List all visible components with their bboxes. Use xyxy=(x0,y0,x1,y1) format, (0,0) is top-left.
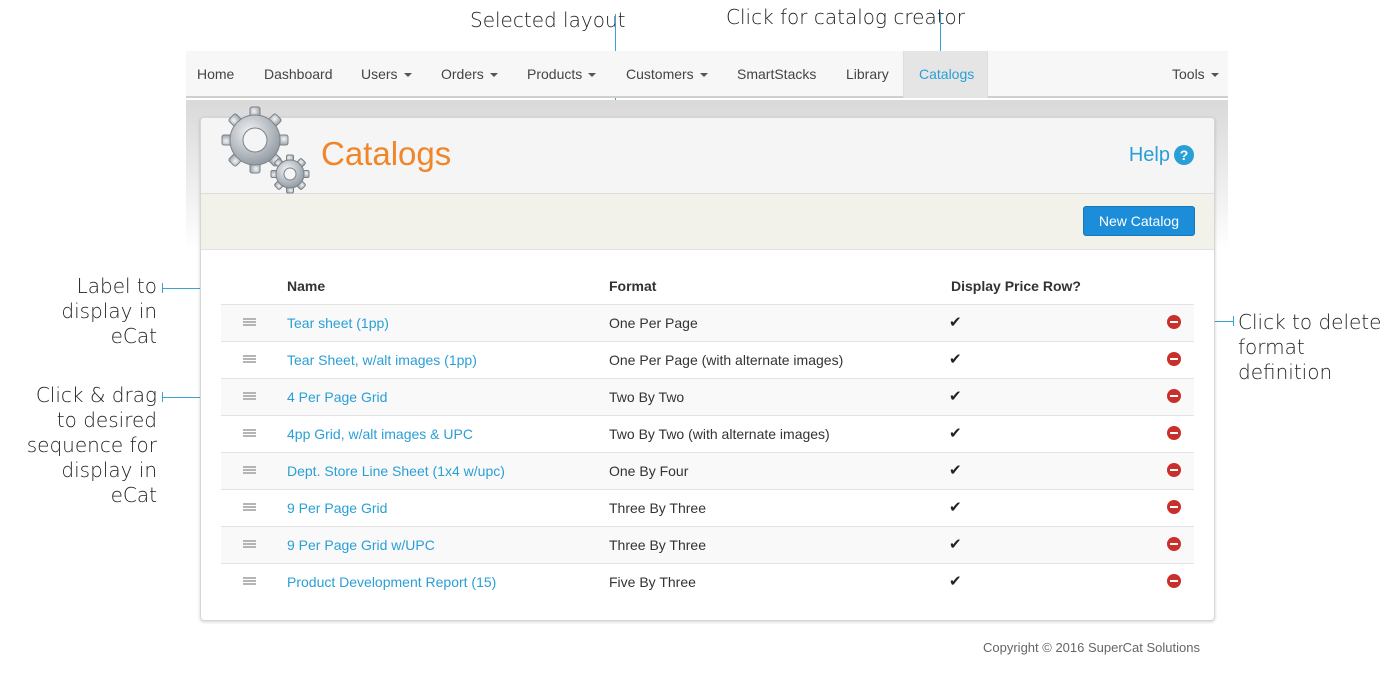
nav-catalogs-label: Catalogs xyxy=(919,66,975,82)
nav-home[interactable]: Home xyxy=(186,51,245,98)
panel-header: Catalogs Help? xyxy=(201,106,1214,194)
drag-handle-icon[interactable] xyxy=(243,355,256,366)
table-row: Tear sheet (1pp) One Per Page ✔ xyxy=(221,304,1194,341)
nav-users-label: Users xyxy=(361,66,398,82)
delete-icon[interactable] xyxy=(1167,537,1181,551)
column-header-format: Format xyxy=(609,278,657,294)
nav-smartstacks[interactable]: SmartStacks xyxy=(726,51,827,98)
nav-products-label: Products xyxy=(527,66,583,82)
catalog-name-link[interactable]: Tear Sheet, w/alt images (1pp) xyxy=(287,352,477,368)
nav-dashboard-label: Dashboard xyxy=(264,66,333,82)
checkmark-icon: ✔ xyxy=(949,388,962,405)
delete-icon[interactable] xyxy=(1167,500,1181,514)
table-row: Dept. Store Line Sheet (1x4 w/upc) One B… xyxy=(221,452,1194,489)
nav-tools-dropdown[interactable]: Tools xyxy=(1161,51,1230,98)
catalog-format: Three By Three xyxy=(609,500,707,516)
catalog-name-link[interactable]: Product Development Report (15) xyxy=(287,574,496,590)
panel-toolbar xyxy=(201,194,1214,250)
catalogs-panel: Catalogs Help? New Catalog Name Format D… xyxy=(200,106,1215,621)
drag-handle-icon[interactable] xyxy=(243,429,256,440)
checkmark-icon: ✔ xyxy=(949,573,962,590)
drag-handle-icon[interactable] xyxy=(243,466,256,477)
checkmark-icon: ✔ xyxy=(949,536,962,553)
annotation-label-to-display: Label to display in eCat xyxy=(61,274,157,348)
table-row: 9 Per Page Grid Three By Three ✔ xyxy=(221,489,1194,526)
nav-orders-dropdown[interactable]: Orders xyxy=(430,51,509,98)
drag-handle-icon[interactable] xyxy=(243,503,256,514)
catalog-format: One Per Page (with alternate images) xyxy=(609,352,844,368)
delete-icon[interactable] xyxy=(1167,389,1181,403)
delete-icon[interactable] xyxy=(1167,315,1181,329)
nav-customers-label: Customers xyxy=(626,66,694,82)
table-row: 9 Per Page Grid w/UPC Three By Three ✔ xyxy=(221,526,1194,563)
catalog-name-link[interactable]: Dept. Store Line Sheet (1x4 w/upc) xyxy=(287,463,505,479)
table-row: 4pp Grid, w/alt images & UPC Two By Two … xyxy=(221,415,1194,452)
checkmark-icon: ✔ xyxy=(949,425,962,442)
caret-down-icon xyxy=(489,73,498,78)
catalog-format: One Per Page xyxy=(609,315,698,331)
catalog-name-link[interactable]: 4pp Grid, w/alt images & UPC xyxy=(287,426,473,442)
nav-home-label: Home xyxy=(197,66,235,82)
checkmark-icon: ✔ xyxy=(949,499,962,516)
nav-library[interactable]: Library xyxy=(835,51,900,98)
annotation-click-drag: Click & drag to desired sequence for dis… xyxy=(26,383,157,507)
drag-handle-icon[interactable] xyxy=(243,392,256,403)
nav-users-dropdown[interactable]: Users xyxy=(350,51,423,98)
gears-icon xyxy=(221,106,310,194)
help-question-icon: ? xyxy=(1174,145,1194,165)
annotation-selected-layout: Selected layout xyxy=(470,8,626,32)
drag-handle-icon[interactable] xyxy=(243,577,256,588)
catalog-name-link[interactable]: 9 Per Page Grid w/UPC xyxy=(287,537,435,553)
delete-icon[interactable] xyxy=(1167,352,1181,366)
caret-down-icon xyxy=(403,73,412,78)
delete-icon[interactable] xyxy=(1167,574,1181,588)
caret-down-icon xyxy=(1210,73,1219,78)
footer-copyright: Copyright © 2016 SuperCat Solutions xyxy=(983,640,1200,655)
catalog-format: Two By Two xyxy=(609,389,685,405)
table-row: 4 Per Page Grid Two By Two ✔ xyxy=(221,378,1194,415)
annotation-tick-label xyxy=(162,283,163,293)
nav-catalogs[interactable]: Catalogs xyxy=(903,51,988,98)
nav-dashboard[interactable]: Dashboard xyxy=(253,51,344,98)
help-link[interactable]: Help? xyxy=(1129,144,1194,167)
checkmark-icon: ✔ xyxy=(949,462,962,479)
nav-smartstacks-label: SmartStacks xyxy=(737,66,817,82)
column-header-name: Name xyxy=(287,278,326,294)
catalog-name-link[interactable]: 4 Per Page Grid xyxy=(287,389,387,405)
nav-library-label: Library xyxy=(846,66,889,82)
catalog-format: Two By Two (with alternate images) xyxy=(609,426,830,442)
annotation-tick-drag xyxy=(162,392,163,402)
nav-tools-label: Tools xyxy=(1172,66,1205,82)
new-catalog-button[interactable]: New Catalog xyxy=(1082,206,1195,236)
annotation-click-delete: Click to delete format definition xyxy=(1238,310,1382,384)
caret-down-icon xyxy=(699,73,708,78)
help-label: Help xyxy=(1128,144,1170,166)
annotation-tick-delete xyxy=(1233,316,1234,326)
column-header-display-price: Display Price Row? xyxy=(951,278,1081,294)
catalog-name-link[interactable]: Tear sheet (1pp) xyxy=(287,315,389,331)
delete-icon[interactable] xyxy=(1167,463,1181,477)
drag-handle-icon[interactable] xyxy=(243,318,256,329)
table-row: Product Development Report (15) Five By … xyxy=(221,563,1194,600)
table-row: Tear Sheet, w/alt images (1pp) One Per P… xyxy=(221,341,1194,378)
nav-orders-label: Orders xyxy=(441,66,484,82)
annotation-catalog-creator: Click for catalog creator xyxy=(726,5,966,29)
caret-down-icon xyxy=(588,73,597,78)
catalog-name-link[interactable]: 9 Per Page Grid xyxy=(287,500,387,516)
top-navbar: Home Dashboard Users Orders Products Cus… xyxy=(186,51,1228,98)
drag-handle-icon[interactable] xyxy=(243,540,256,551)
catalog-format: Five By Three xyxy=(609,574,696,590)
checkmark-icon: ✔ xyxy=(949,351,962,368)
delete-icon[interactable] xyxy=(1167,426,1181,440)
page-title: Catalogs xyxy=(321,135,452,172)
catalog-format: Three By Three xyxy=(609,537,707,553)
catalog-format: One By Four xyxy=(609,463,689,479)
checkmark-icon: ✔ xyxy=(949,314,962,331)
nav-products-dropdown[interactable]: Products xyxy=(516,51,607,98)
nav-customers-dropdown[interactable]: Customers xyxy=(615,51,719,98)
